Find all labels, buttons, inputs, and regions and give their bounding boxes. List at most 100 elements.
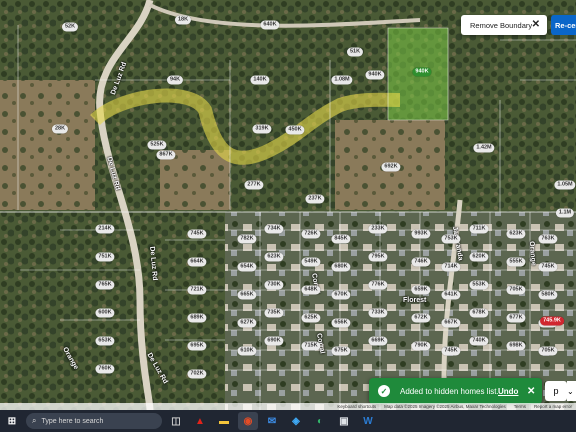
price-pin[interactable]: 751K (95, 252, 115, 262)
satellite-map[interactable]: De Luz Rd De Luz Rd De Luz Rd De Luz Rd … (0, 0, 576, 410)
price-pin[interactable]: 233K (368, 224, 388, 234)
chrome-icon[interactable]: ◉ (238, 412, 258, 430)
price-pin[interactable]: 692K (381, 162, 401, 172)
price-pin[interactable]: 740K (469, 336, 489, 346)
price-pin[interactable]: 648K (301, 285, 321, 295)
price-pin[interactable]: 1.05M (554, 180, 576, 190)
price-pin[interactable]: 795K (368, 252, 388, 262)
price-pin[interactable]: 733K (368, 308, 388, 318)
file-explorer-icon[interactable]: ▬ (214, 412, 234, 430)
price-pin[interactable]: 680K (331, 262, 351, 272)
price-pin[interactable]: 714K (441, 262, 461, 272)
price-pin[interactable]: 664K (187, 257, 207, 267)
price-pin[interactable]: 654K (237, 262, 257, 272)
close-icon[interactable]: ✕ (532, 19, 540, 30)
price-pin[interactable]: 610K (237, 346, 257, 356)
price-pin[interactable]: 753K (441, 234, 461, 244)
price-pin[interactable]: 627K (237, 318, 257, 328)
price-pin[interactable]: 690K (264, 336, 284, 346)
close-icon[interactable]: ✕ (527, 386, 535, 397)
price-pin[interactable]: 656K (331, 318, 351, 328)
price-pin[interactable]: 1.08M (331, 75, 353, 85)
price-pin[interactable]: 140K (250, 75, 270, 85)
price-pin[interactable]: 670K (331, 290, 351, 300)
app-icon[interactable]: ▣ (334, 412, 354, 430)
price-pin-selected[interactable]: 940K (412, 67, 432, 77)
price-pin[interactable]: 698K (506, 341, 526, 351)
store-icon[interactable]: ◈ (286, 412, 306, 430)
task-view-icon[interactable]: ◫ (166, 412, 186, 430)
price-pin[interactable]: 620K (469, 252, 489, 262)
acrobat-icon[interactable]: ▲ (190, 412, 210, 430)
price-pin[interactable]: 746K (411, 257, 431, 267)
price-pin[interactable]: 659K (411, 285, 431, 295)
price-pin[interactable]: 94K (166, 75, 184, 85)
price-pin[interactable]: 726K (301, 229, 321, 239)
terms-link[interactable]: Terms (514, 404, 526, 409)
price-pin[interactable]: 555K (506, 257, 526, 267)
price-pin[interactable]: 735K (264, 308, 284, 318)
price-pin[interactable]: 765K (95, 280, 115, 290)
undo-button[interactable]: Undo (498, 387, 518, 396)
price-pin[interactable]: 553K (469, 280, 489, 290)
price-pin[interactable]: 734K (264, 224, 284, 234)
price-pin[interactable]: 549K (301, 257, 321, 267)
price-pin[interactable]: 641K (441, 290, 461, 300)
price-pin[interactable]: 672K (411, 313, 431, 323)
price-pin[interactable]: 677K (506, 313, 526, 323)
price-pin[interactable]: 745K (187, 229, 207, 239)
price-pin[interactable]: 214K (95, 224, 115, 234)
price-pin[interactable]: 689K (187, 313, 207, 323)
price-pin[interactable]: 623K (264, 252, 284, 262)
price-pin[interactable]: 715K (301, 341, 321, 351)
keyboard-shortcuts-link[interactable]: Keyboard shortcuts (337, 404, 376, 409)
price-pin[interactable]: 653K (95, 336, 115, 346)
price-pin[interactable]: 319K (252, 124, 272, 134)
remove-boundary-button[interactable]: Remove Boundary ✕ (461, 15, 547, 35)
price-pin[interactable]: 669K (368, 336, 388, 346)
outlook-icon[interactable]: ✉ (262, 412, 282, 430)
price-pin[interactable]: 675K (331, 346, 351, 356)
price-pin[interactable]: 51K (346, 47, 364, 57)
price-pin[interactable]: 745K (441, 346, 461, 356)
price-pin[interactable]: 940K (365, 70, 385, 80)
price-pin[interactable]: 993K (411, 229, 431, 239)
price-pin[interactable]: 1.42M (473, 143, 495, 153)
price-pin[interactable]: 600K (95, 308, 115, 318)
price-pin[interactable]: 760K (95, 364, 115, 374)
windows-start-icon[interactable]: ⊞ (2, 412, 22, 430)
price-pin[interactable]: 665K (237, 290, 257, 300)
map-layers-button[interactable]: p (545, 381, 567, 401)
price-pin[interactable]: 580K (538, 290, 558, 300)
taskbar-search[interactable]: ⌕ Type here to search (26, 413, 162, 429)
price-pin[interactable]: 776K (368, 280, 388, 290)
price-pin[interactable]: 702K (187, 369, 207, 379)
price-pin[interactable]: 277K (244, 180, 264, 190)
price-pin[interactable]: 845K (331, 234, 351, 244)
price-pin[interactable]: 640K (260, 20, 280, 30)
price-pin[interactable]: 237K (305, 194, 325, 204)
price-pin[interactable]: 18K (174, 15, 192, 25)
price-pin[interactable]: 28K (51, 124, 69, 134)
price-pin[interactable]: 52K (61, 22, 79, 32)
price-pin[interactable]: 790K (411, 341, 431, 351)
chevron-down-icon[interactable]: ⌄ (567, 381, 576, 401)
price-pin[interactable]: 623K (506, 229, 526, 239)
price-pin[interactable]: 678K (469, 308, 489, 318)
price-pin[interactable]: 667K (441, 318, 461, 328)
price-pin[interactable]: 1.1M (555, 208, 575, 218)
word-icon[interactable]: W (358, 412, 378, 430)
price-pin-highlighted[interactable]: 745.9K (540, 316, 564, 326)
price-pin[interactable]: 525K (147, 140, 167, 150)
price-pin[interactable]: 745K (538, 262, 558, 272)
report-error-link[interactable]: Report a map error (534, 404, 572, 409)
price-pin[interactable]: 782K (237, 234, 257, 244)
price-pin[interactable]: 711K (469, 224, 489, 234)
price-pin[interactable]: 625K (301, 313, 321, 323)
price-pin[interactable]: 705K (506, 285, 526, 295)
price-pin[interactable]: 450K (285, 125, 305, 135)
price-pin[interactable]: 695K (187, 341, 207, 351)
price-pin[interactable]: 705K (538, 346, 558, 356)
price-pin[interactable]: 763K (538, 234, 558, 244)
edge-icon[interactable]: ◐ (310, 412, 330, 430)
